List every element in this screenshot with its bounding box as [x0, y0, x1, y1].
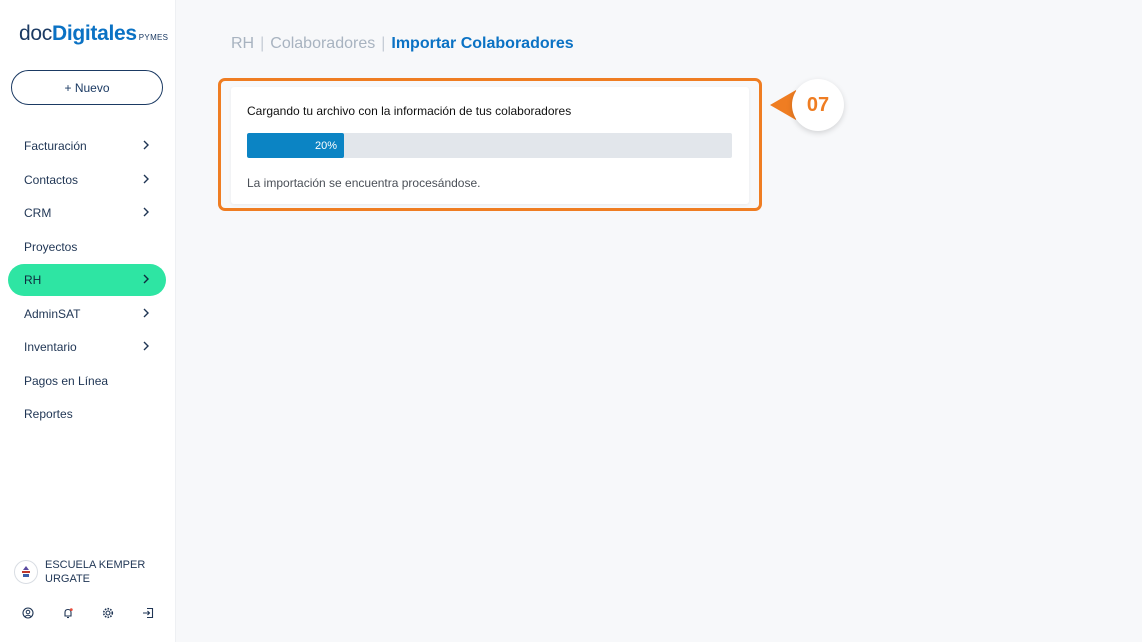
breadcrumb-colaboradores[interactable]: Colaboradores	[270, 35, 375, 53]
sidebar-item-crm[interactable]: CRM	[8, 197, 166, 229]
logo[interactable]: doc Digitales PYMES	[19, 22, 168, 48]
chevron-right-icon	[143, 308, 149, 317]
breadcrumb-separator: |	[381, 35, 386, 52]
chevron-right-icon	[143, 174, 149, 183]
import-status: La importación se encuentra procesándose…	[247, 176, 481, 190]
progress-bar: 20%	[247, 133, 732, 158]
sidebar-item-contactos[interactable]: Contactos	[8, 164, 166, 196]
sidebar-item-proyectos[interactable]: Proyectos	[8, 231, 166, 263]
new-button[interactable]: + Nuevo	[11, 70, 163, 105]
breadcrumb-separator: |	[260, 35, 265, 52]
progress-label: 20%	[314, 139, 337, 152]
chevron-right-icon	[143, 341, 149, 351]
sidebar-item-label: Facturación	[24, 139, 87, 153]
org-name: ESCUELA KEMPER URGATE	[45, 558, 145, 586]
step-number: 07	[792, 79, 844, 131]
import-card-title: Cargando tu archivo con la información d…	[247, 104, 572, 118]
import-card: Cargando tu archivo con la información d…	[231, 87, 749, 204]
sidebar-item-label: Pagos en Línea	[24, 373, 109, 388]
sidebar-item-label: Proyectos	[24, 239, 78, 254]
breadcrumb-rh[interactable]: RH	[231, 35, 254, 53]
sidebar-item-label: CRM	[24, 206, 52, 220]
sidebar-item-inventario[interactable]: Inventario	[8, 331, 166, 363]
sidebar-item-label: Reportes	[24, 407, 73, 421]
sidebar-item-adminsat[interactable]: AdminSAT	[8, 298, 166, 330]
bottom-icons	[20, 605, 180, 621]
bell-icon[interactable]	[60, 605, 76, 621]
logo-digitales: Digitales	[51, 22, 137, 45]
org-name-line2: URGATE	[45, 573, 91, 585]
breadcrumb: RH | Colaboradores | Importar Colaborado…	[231, 35, 574, 53]
organization[interactable]: ESCUELA KEMPER URGATE	[14, 558, 174, 586]
chevron-right-icon	[143, 207, 149, 217]
sidebar-item-reportes[interactable]: Reportes	[8, 398, 166, 430]
progress-fill: 20%	[247, 133, 344, 158]
sidebar-item-label: AdminSAT	[24, 306, 81, 321]
sidebar: doc Digitales PYMES + Nuevo Facturación Co…	[0, 0, 176, 642]
org-name-line1: ESCUELA KEMPER	[45, 559, 146, 571]
chevron-right-icon	[143, 140, 149, 150]
sidebar-item-pagos-en-linea[interactable]: Pagos en Línea	[8, 365, 166, 397]
sidebar-item-facturacion[interactable]: Facturación	[8, 130, 166, 162]
logo-pymes: PYMES	[138, 33, 169, 42]
org-logo-icon	[22, 566, 30, 577]
sidebar-nav: Facturación Contactos CRM Proyectos RH A…	[8, 130, 166, 432]
org-avatar	[14, 560, 38, 584]
sidebar-item-label: Inventario	[24, 340, 77, 354]
sidebar-item-label: RH	[24, 273, 42, 287]
breadcrumb-current: Importar Colaboradores	[391, 35, 574, 52]
logout-icon[interactable]	[140, 605, 156, 621]
gear-icon[interactable]	[100, 605, 116, 621]
logo-doc: doc	[19, 22, 52, 45]
step-badge: 07	[770, 79, 850, 131]
user-icon[interactable]	[20, 605, 36, 621]
sidebar-item-label: Contactos	[24, 172, 79, 187]
sidebar-item-rh[interactable]: RH	[8, 264, 166, 296]
app: doc Digitales PYMES + Nuevo Facturación Co…	[0, 0, 1142, 642]
chevron-right-icon	[143, 274, 149, 284]
